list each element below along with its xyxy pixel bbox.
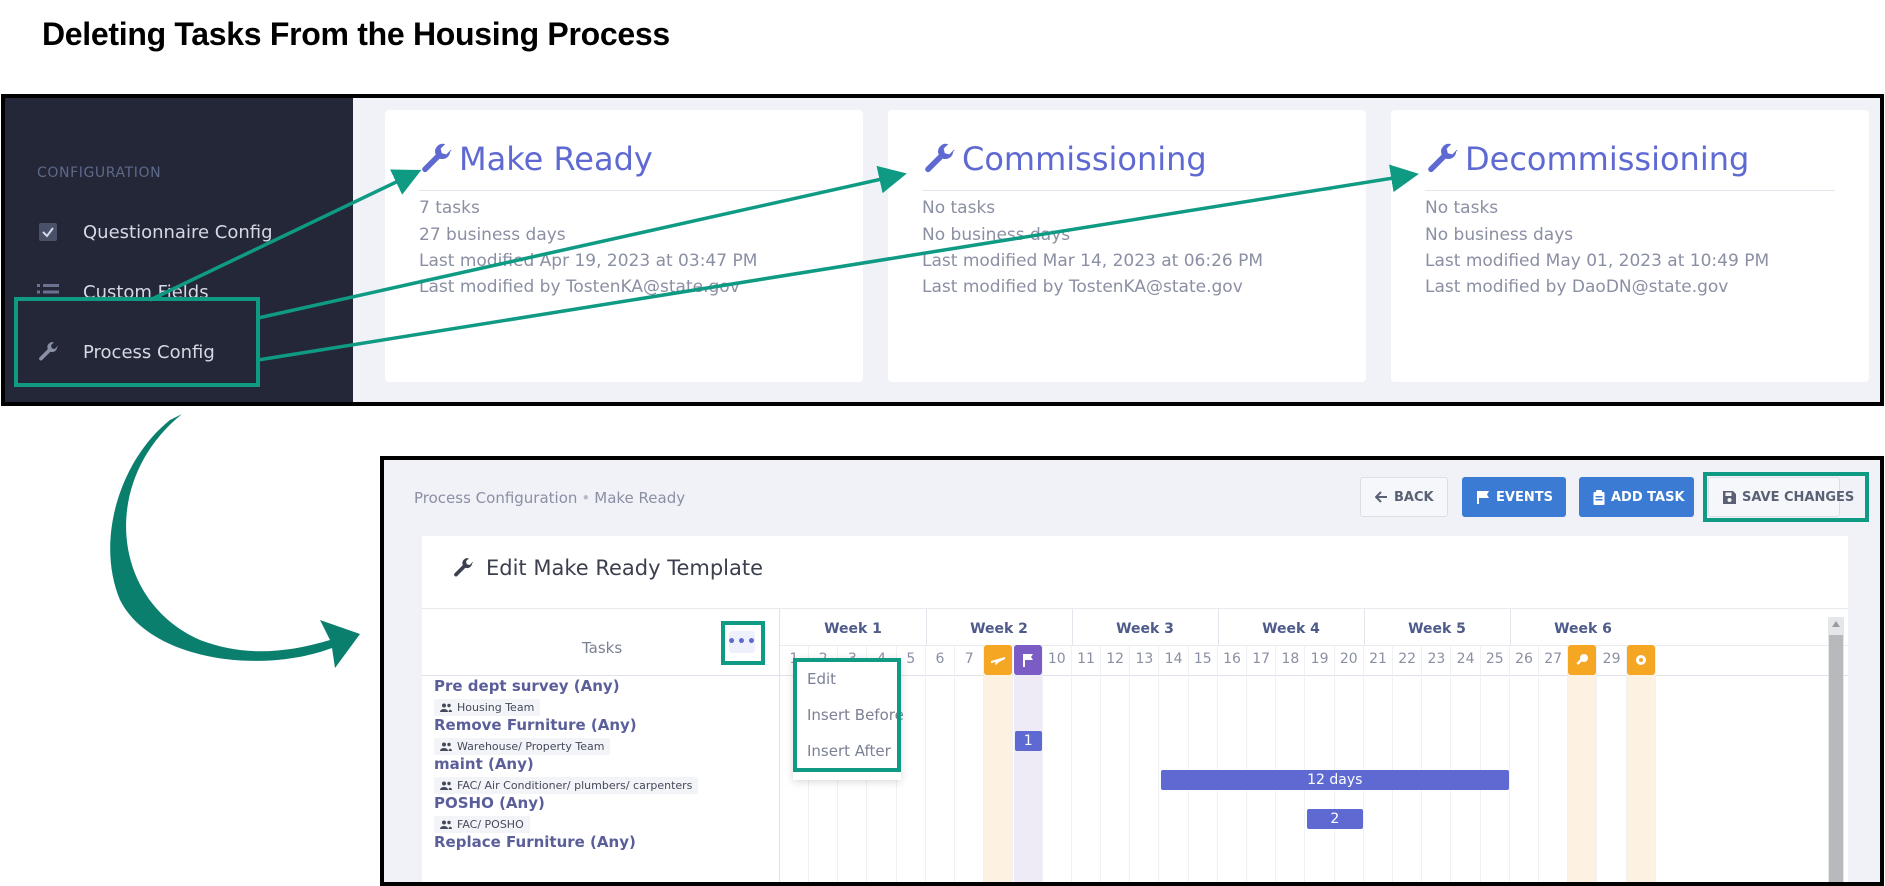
curved-arrow-to-editor	[110, 414, 360, 668]
arrow-to-make-ready	[149, 169, 422, 302]
annotation-arrows	[110, 164, 1419, 668]
arrow-to-decommissioning	[257, 164, 1419, 362]
arrow-to-commissioning	[257, 165, 907, 320]
